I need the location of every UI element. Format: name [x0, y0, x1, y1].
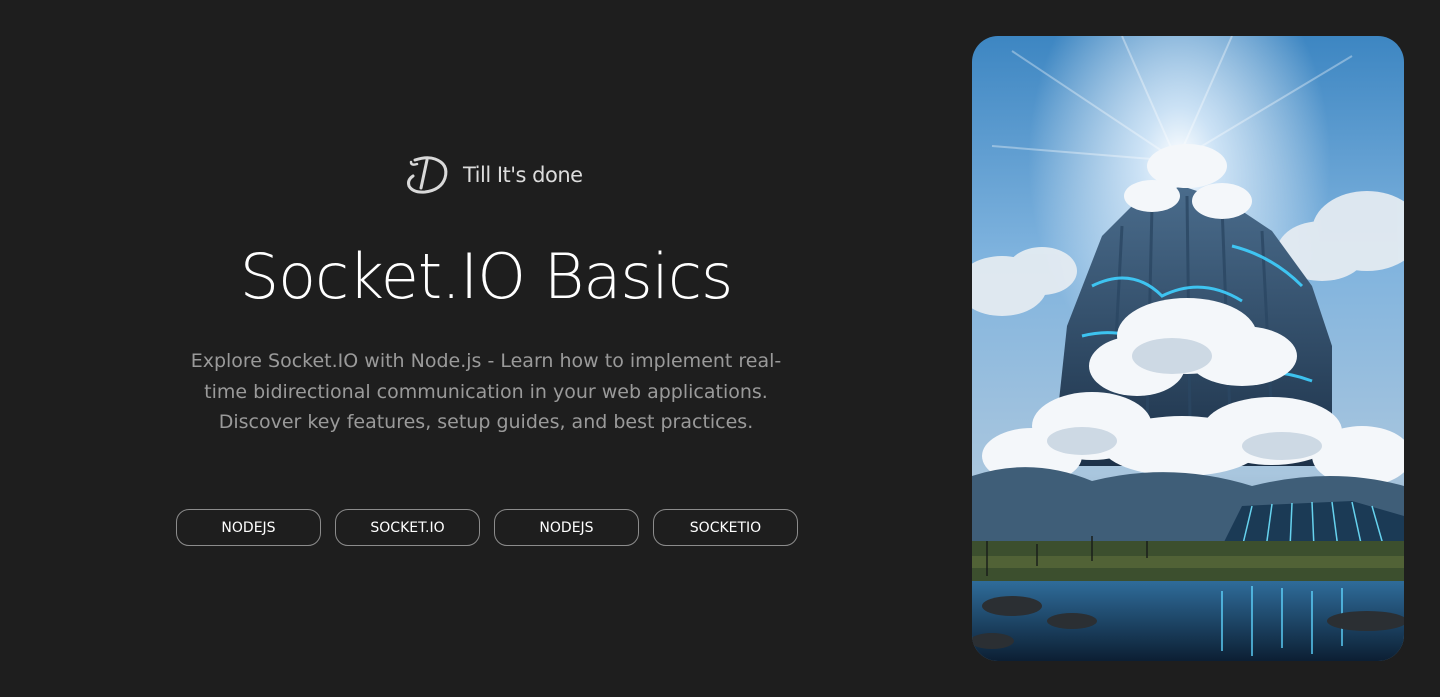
tag-socketio[interactable]: SOCKETIO: [653, 509, 798, 546]
page-description: Explore Socket.IO with Node.js - Learn h…: [190, 350, 782, 433]
tag-list: NODEJS SOCKET.IO NODEJS SOCKETIO: [176, 509, 798, 546]
hero-artwork: [972, 36, 1404, 661]
td-monogram-icon: [407, 156, 448, 194]
page: Till It's done Socket.IO Basics Explore …: [0, 0, 1440, 697]
hero-image: [972, 36, 1404, 661]
tag-nodejs[interactable]: NODEJS: [176, 509, 321, 546]
tag-socket-io[interactable]: SOCKET.IO: [335, 509, 480, 546]
brand[interactable]: Till It's done: [405, 154, 583, 196]
intro-section: Till It's done Socket.IO Basics Explore …: [0, 0, 972, 697]
page-title: Socket.IO Basics: [239, 240, 734, 313]
tag-nodejs-2[interactable]: NODEJS: [494, 509, 639, 546]
brand-name: Till It's done: [463, 163, 583, 187]
